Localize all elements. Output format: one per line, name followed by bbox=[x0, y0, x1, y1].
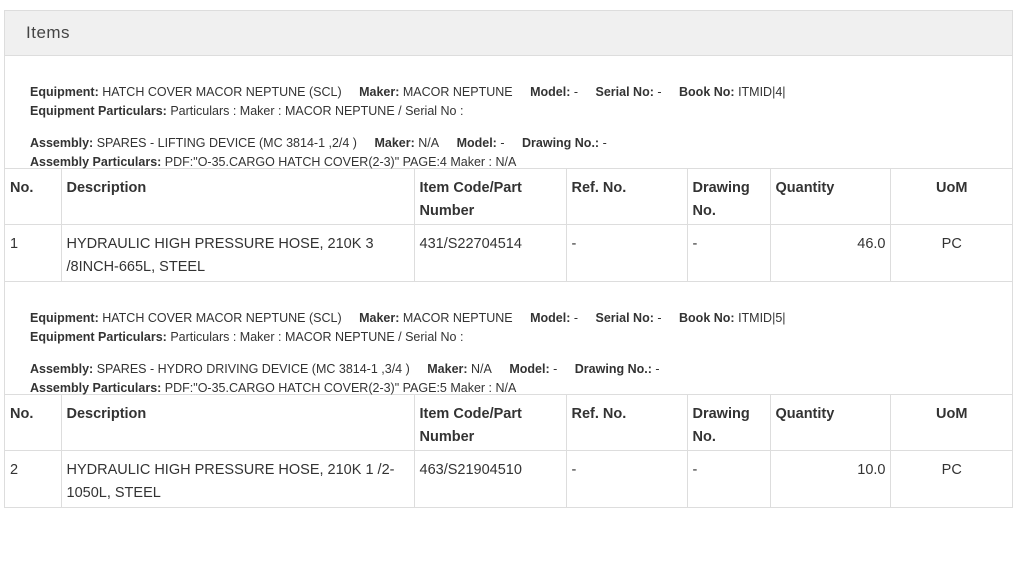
column-header-drawing-no: Drawing No. bbox=[686, 169, 771, 225]
column-header-item-code: Item Code/Part Number bbox=[413, 169, 567, 225]
table-header-row: No. Description Item Code/Part Number Re… bbox=[5, 395, 1012, 451]
assembly-name: SPARES - LIFTING DEVICE (MC 3814-1 ,2/4 … bbox=[96, 136, 357, 150]
cell-item-code: 431/S22704514 bbox=[413, 224, 567, 282]
column-header-description: Description bbox=[60, 169, 415, 225]
column-header-drawing-no: Drawing No. bbox=[686, 395, 771, 451]
assembly-model: - bbox=[500, 136, 505, 150]
items-table: No. Description Item Code/Part Number Re… bbox=[5, 395, 1012, 508]
cell-description: HYDRAULIC HIGH PRESSURE HOSE, 210K 3 /8I… bbox=[60, 224, 415, 282]
cell-uom: PC bbox=[889, 450, 1012, 508]
item-group: Equipment: HATCH COVER MACOR NEPTUNE (SC… bbox=[5, 56, 1012, 282]
column-header-quantity: Quantity bbox=[769, 169, 891, 225]
equipment-name: HATCH COVER MACOR NEPTUNE (SCL) bbox=[102, 85, 342, 99]
cell-drawing-no: - bbox=[686, 450, 771, 508]
table-header-row: No. Description Item Code/Part Number Re… bbox=[5, 169, 1012, 225]
cell-drawing-no: - bbox=[686, 224, 771, 282]
cell-description: HYDRAULIC HIGH PRESSURE HOSE, 210K 1 /2-… bbox=[60, 450, 415, 508]
table-row: 1 HYDRAULIC HIGH PRESSURE HOSE, 210K 3 /… bbox=[5, 224, 1012, 282]
column-header-ref-no: Ref. No. bbox=[565, 169, 688, 225]
column-header-ref-no: Ref. No. bbox=[565, 395, 688, 451]
equipment-name: HATCH COVER MACOR NEPTUNE (SCL) bbox=[102, 311, 342, 325]
assembly-drawing-no: - bbox=[655, 362, 660, 376]
table-row: 2 HYDRAULIC HIGH PRESSURE HOSE, 210K 1 /… bbox=[5, 450, 1012, 508]
equipment-model: - bbox=[573, 85, 579, 99]
column-header-item-code: Item Code/Part Number bbox=[413, 395, 567, 451]
assembly-maker: N/A bbox=[471, 362, 492, 376]
assembly-maker: N/A bbox=[418, 136, 440, 150]
equipment-book-no: ITMID|5| bbox=[738, 311, 786, 325]
assembly-name: SPARES - HYDRO DRIVING DEVICE (MC 3814-1… bbox=[96, 362, 410, 376]
column-header-description: Description bbox=[60, 395, 415, 451]
cell-no: 2 bbox=[5, 450, 62, 508]
equipment-maker: MACOR NEPTUNE bbox=[402, 311, 513, 325]
equipment-info: Equipment: HATCH COVER MACOR NEPTUNE (SC… bbox=[5, 282, 1012, 395]
equipment-serial: - bbox=[657, 311, 662, 325]
assembly-particulars: PDF:"O-35.CARGO HATCH COVER(2-3)" PAGE:4… bbox=[164, 155, 517, 169]
cell-quantity: 46.0 bbox=[769, 224, 891, 282]
cell-uom: PC bbox=[889, 224, 1012, 282]
item-group: Equipment: HATCH COVER MACOR NEPTUNE (SC… bbox=[5, 282, 1012, 508]
equipment-info: Equipment: HATCH COVER MACOR NEPTUNE (SC… bbox=[5, 56, 1012, 169]
equipment-maker: MACOR NEPTUNE bbox=[402, 85, 513, 99]
column-header-uom: UoM bbox=[889, 169, 1012, 225]
column-header-uom: UoM bbox=[889, 395, 1012, 451]
items-panel: Items Equipment: HATCH COVER MACOR NEPTU… bbox=[4, 10, 1013, 508]
equipment-book-no: ITMID|4| bbox=[738, 85, 786, 99]
panel-title: Items bbox=[5, 11, 1012, 56]
column-header-no: No. bbox=[5, 169, 62, 225]
cell-item-code: 463/S21904510 bbox=[413, 450, 567, 508]
column-header-quantity: Quantity bbox=[769, 395, 891, 451]
cell-quantity: 10.0 bbox=[769, 450, 891, 508]
equipment-model: - bbox=[573, 311, 579, 325]
assembly-model: - bbox=[553, 362, 558, 376]
cell-ref-no: - bbox=[565, 224, 688, 282]
equipment-serial: - bbox=[657, 85, 662, 99]
assembly-drawing-no: - bbox=[602, 136, 607, 150]
cell-ref-no: - bbox=[565, 450, 688, 508]
items-table: No. Description Item Code/Part Number Re… bbox=[5, 169, 1012, 282]
assembly-particulars: PDF:"O-35.CARGO HATCH COVER(2-3)" PAGE:5… bbox=[164, 381, 517, 395]
equipment-particulars: Particulars : Maker : MACOR NEPTUNE / Se… bbox=[170, 330, 464, 344]
cell-no: 1 bbox=[5, 224, 62, 282]
column-header-no: No. bbox=[5, 395, 62, 451]
equipment-particulars: Particulars : Maker : MACOR NEPTUNE / Se… bbox=[170, 104, 464, 118]
